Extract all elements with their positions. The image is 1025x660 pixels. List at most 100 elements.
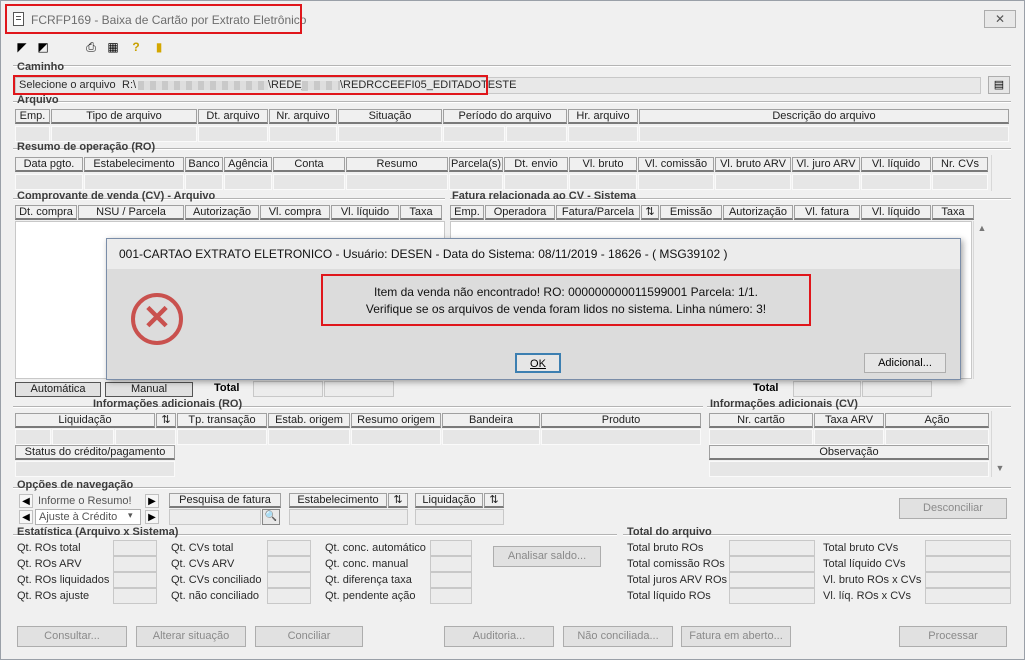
col-vl-liquido-fat: Vl. líquido bbox=[861, 205, 931, 220]
qt-cvs-conciliado-label: Qt. CVs conciliado bbox=[171, 574, 262, 586]
main-window: FCRFP169 - Baixa de Cartão por Extrato E… bbox=[0, 0, 1025, 660]
qt-conc-automatico-label: Qt. conc. automático bbox=[325, 542, 426, 554]
ok-button[interactable]: OK bbox=[515, 353, 561, 373]
title-highlight bbox=[5, 4, 302, 34]
qt-ros-arv-label: Qt. ROs ARV bbox=[17, 558, 82, 570]
qt-ros-ajuste-label: Qt. ROs ajuste bbox=[17, 590, 90, 602]
fatura-scrollbar[interactable]: ▲ bbox=[973, 221, 990, 379]
col-vl-liquido-cv: Vl. líquido bbox=[331, 205, 399, 220]
qt-pendente-acao-label: Qt. pendente ação bbox=[325, 590, 416, 602]
first-icon[interactable]: ◤ bbox=[14, 40, 30, 54]
manual-button[interactable]: Manual bbox=[105, 382, 193, 397]
resumo-scrollbar[interactable] bbox=[991, 155, 1008, 191]
estab-sort-icon[interactable]: ⇅ bbox=[388, 493, 408, 508]
col-vl-bruto-arv: Vl. bruto ARV bbox=[715, 157, 791, 172]
col-dt-arquivo: Dt. arquivo bbox=[198, 109, 268, 124]
search-icon[interactable]: 🔍 bbox=[262, 509, 280, 525]
col-conta: Conta bbox=[273, 157, 345, 172]
browse-folder-icon[interactable]: ▤ bbox=[988, 76, 1010, 94]
cv-total-label: Total bbox=[214, 382, 240, 394]
print-icon[interactable]: ⎙ bbox=[83, 40, 99, 54]
col-situacao: Situação bbox=[338, 109, 442, 124]
total-bruto-ros-label: Total bruto ROs bbox=[627, 542, 704, 554]
error-icon: ✕ bbox=[131, 293, 183, 345]
calculator-icon[interactable]: ▦ bbox=[105, 40, 121, 54]
liquidacao-nav-label: Liquidação bbox=[415, 493, 483, 508]
nao-conciliada-button[interactable]: Não conciliada... bbox=[563, 626, 673, 647]
chevron-down-icon: ▾ bbox=[128, 510, 133, 520]
col-dt-compra: Dt. compra bbox=[15, 205, 77, 220]
help-icon[interactable]: ? bbox=[128, 40, 144, 54]
info-ro-section-title: Informações adicionais (RO) bbox=[93, 398, 243, 410]
qt-ros-total-label: Qt. ROs total bbox=[17, 542, 81, 554]
col-status-credito: Status do crédito/pagamento bbox=[15, 445, 175, 460]
next-resumo-icon[interactable]: ▶ bbox=[145, 494, 159, 508]
col-descricao: Descrição do arquivo bbox=[639, 109, 1009, 124]
liquidacao-nav-field[interactable] bbox=[415, 509, 504, 525]
exit-icon[interactable]: ◩ bbox=[35, 40, 51, 54]
automatica-button[interactable]: Automática bbox=[15, 382, 101, 397]
total-liquido-ros-label: Total líquido ROs bbox=[627, 590, 711, 602]
col-banco: Banco bbox=[185, 157, 223, 172]
info-cv-scrollbar[interactable]: ▼ bbox=[991, 411, 1008, 477]
col-vl-juro-arv: Vl. juro ARV bbox=[792, 157, 860, 172]
col-taxa-arv: Taxa ARV bbox=[814, 413, 884, 428]
liquid-sort-icon[interactable]: ⇅ bbox=[484, 493, 504, 508]
ajuste-select[interactable]: Ajuste à Crédito ▾ bbox=[35, 509, 141, 525]
additional-button[interactable]: Adicional... bbox=[864, 353, 946, 373]
qt-diferenca-taxa-label: Qt. diferença taxa bbox=[325, 574, 412, 586]
processar-button[interactable]: Processar bbox=[899, 626, 1007, 647]
col-parcelas: Parcela(s) bbox=[449, 157, 503, 172]
col-tipo-arquivo: Tipo de arquivo bbox=[51, 109, 197, 124]
qt-cvs-arv-label: Qt. CVs ARV bbox=[171, 558, 235, 570]
col-liquidacao: Liquidação bbox=[15, 413, 155, 428]
estabelecimento-nav-label: Estabelecimento bbox=[289, 493, 387, 508]
col-sort-ro[interactable]: ⇅ bbox=[156, 413, 176, 428]
consultar-button[interactable]: Consultar... bbox=[17, 626, 127, 647]
arquivo-section-title: Arquivo bbox=[17, 94, 59, 106]
dialog-message-line2: Verifique se os arquivos de venda foram … bbox=[365, 302, 767, 316]
col-produto: Produto bbox=[541, 413, 701, 428]
caminho-section-title: Caminho bbox=[17, 61, 65, 73]
fatura-aberto-button[interactable]: Fatura em aberto... bbox=[681, 626, 791, 647]
col-vl-liquido: Vl. líquido bbox=[861, 157, 931, 172]
col-taxa-cv: Taxa bbox=[400, 205, 442, 220]
col-sort-fat[interactable]: ⇅ bbox=[641, 205, 659, 220]
col-vl-bruto: Vl. bruto bbox=[569, 157, 637, 172]
next-ajuste-icon[interactable]: ▶ bbox=[145, 510, 159, 524]
analisar-saldo-button[interactable]: Analisar saldo... bbox=[493, 546, 601, 567]
conciliar-button[interactable]: Conciliar bbox=[255, 626, 363, 647]
fatura-total-label: Total bbox=[753, 382, 779, 394]
col-nsu-parcela: NSU / Parcela bbox=[78, 205, 184, 220]
estabelecimento-nav-field[interactable] bbox=[289, 509, 408, 525]
col-fatura-parcela: Fatura/Parcela bbox=[556, 205, 640, 220]
total-juros-arv-ros-label: Total juros ARV ROs bbox=[627, 574, 728, 586]
col-observacao: Observação bbox=[709, 445, 989, 460]
door-icon[interactable]: ▮ bbox=[151, 40, 167, 54]
col-resumo: Resumo bbox=[346, 157, 448, 172]
desconciliar-button[interactable]: Desconciliar bbox=[899, 498, 1007, 519]
col-emp: Emp. bbox=[15, 109, 50, 124]
dialog-title: 001-CARTAO EXTRATO ELETRONICO - Usuário:… bbox=[107, 239, 960, 269]
qt-nao-conciliado-label: Qt. não conciliado bbox=[171, 590, 260, 602]
fatura-section-title: Fatura relacionada ao CV - Sistema bbox=[452, 190, 637, 202]
pesquisa-fatura-field[interactable] bbox=[169, 509, 261, 525]
prev-resumo-icon[interactable]: ◀ bbox=[19, 494, 33, 508]
total-bruto-cvs-label: Total bruto CVs bbox=[823, 542, 899, 554]
nav-section-title: Opções de navegação bbox=[17, 479, 134, 491]
alterar-situacao-button[interactable]: Alterar situação bbox=[136, 626, 246, 647]
col-nr-cartao: Nr. cartão bbox=[709, 413, 813, 428]
estat-section-title: Estatística (Arquivo x Sistema) bbox=[17, 526, 179, 538]
col-operadora: Operadora bbox=[485, 205, 555, 220]
col-data-pgto: Data pgto. bbox=[15, 157, 83, 172]
auditoria-button[interactable]: Auditoria... bbox=[444, 626, 554, 647]
resumo-section-title: Resumo de operação (RO) bbox=[17, 141, 156, 153]
col-nr-arquivo: Nr. arquivo bbox=[269, 109, 337, 124]
col-dt-envio: Dt. envio bbox=[504, 157, 568, 172]
col-nr-cvs: Nr. CVs bbox=[932, 157, 988, 172]
close-button[interactable]: ✕ bbox=[984, 10, 1016, 28]
total-liquido-cvs-label: Total líquido CVs bbox=[823, 558, 906, 570]
qt-cvs-total-label: Qt. CVs total bbox=[171, 542, 234, 554]
info-cv-section-title: Informações adicionais (CV) bbox=[710, 398, 858, 410]
prev-ajuste-icon[interactable]: ◀ bbox=[19, 510, 33, 524]
